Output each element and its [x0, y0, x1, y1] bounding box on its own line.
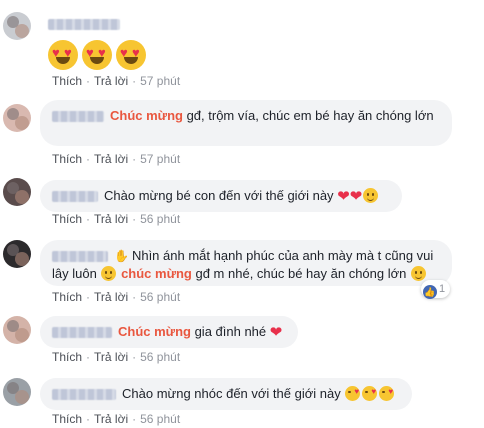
separator: ·: [132, 290, 137, 304]
heart-icon: ❤: [349, 188, 363, 205]
timestamp[interactable]: 56 phút: [140, 290, 180, 304]
heart-eyes-emoji-icon: ♥ ♥: [48, 40, 78, 70]
separator: ·: [132, 412, 137, 426]
like-link[interactable]: Thích: [52, 290, 82, 304]
comment-bubble: Chúc mừng gia đình nhé ❤: [40, 316, 298, 348]
like-link[interactable]: Thích: [52, 350, 82, 364]
like-link[interactable]: Thích: [52, 412, 82, 426]
timestamp[interactable]: 56 phút: [140, 412, 180, 426]
like-link[interactable]: Thích: [52, 74, 82, 88]
timestamp[interactable]: 57 phút: [140, 74, 180, 88]
comment-text-line1: Nhìn ánh mắt hạnh phúc của anh mày mà t …: [131, 248, 434, 263]
separator: ·: [86, 350, 91, 364]
smile-emoji-icon: [101, 266, 117, 281]
heart-icon: ❤: [269, 324, 283, 341]
reply-link[interactable]: Trả lời: [94, 350, 128, 364]
comment-text-line2-start: lây luôn: [52, 266, 97, 281]
highlight-text: Chúc mừng: [118, 324, 191, 339]
avatar[interactable]: [3, 178, 31, 206]
comment-text-line2-end: gđ m nhé, chúc bé hay ăn chóng lớn: [191, 266, 407, 281]
like-link[interactable]: Thích: [52, 212, 82, 226]
comment-text: gđ, trộm vía, chúc em bé hay ăn chóng lớ…: [182, 108, 434, 123]
comment-actions: Thích · Trả lời · 57 phút: [52, 152, 180, 166]
comment-actions: Thích · Trả lời · 56 phút: [52, 412, 180, 426]
avatar[interactable]: [3, 104, 31, 132]
reply-link[interactable]: Trả lời: [94, 212, 128, 226]
reply-link[interactable]: Trả lời: [94, 74, 128, 88]
reaction-count: 1: [439, 283, 446, 295]
smile-emoji-icon: [411, 266, 426, 281]
timestamp[interactable]: 57 phút: [140, 152, 180, 166]
separator: ·: [132, 152, 137, 166]
comment-bubble: Chúc mừng gđ, trộm vía, chúc em bé hay ă…: [40, 100, 452, 146]
reply-link[interactable]: Trả lời: [94, 152, 128, 166]
kiss-emoji-icon: [362, 383, 378, 401]
separator: ·: [132, 212, 137, 226]
comment-bubble: Chào mừng nhóc đến với thế giới này: [40, 378, 412, 410]
separator: ·: [132, 74, 137, 88]
comment-text: Chào mừng bé con đến với thế giới này: [104, 188, 334, 203]
timestamp[interactable]: 56 phút: [140, 212, 180, 226]
commenter-name[interactable]: [52, 389, 116, 401]
heart-eyes-emoji-icon: ♥ ♥: [82, 40, 112, 70]
separator: ·: [86, 290, 91, 304]
commenter-name[interactable]: [52, 111, 104, 123]
wave-icon: ✋: [114, 249, 129, 263]
kiss-emoji-icon: [345, 383, 361, 401]
like-icon: 👍: [423, 285, 437, 299]
smile-emoji-icon: [363, 188, 379, 203]
commenter-name[interactable]: [52, 251, 108, 263]
commenter-name[interactable]: [48, 16, 126, 31]
comment-actions: Thích · Trả lời · 56 phút: [52, 350, 180, 364]
separator: ·: [86, 212, 91, 226]
separator: ·: [86, 412, 91, 426]
avatar[interactable]: [3, 240, 31, 268]
separator: ·: [86, 152, 91, 166]
avatar[interactable]: [3, 316, 31, 344]
separator: ·: [132, 350, 137, 364]
comment-text: Chào mừng nhóc đến với thế giới này: [122, 386, 341, 401]
comment-text: gia đình nhé: [190, 324, 267, 339]
kiss-emoji-icon: [379, 383, 395, 401]
heart-icon: ❤: [337, 188, 350, 205]
comment-actions: Thích · Trả lời · 56 phút: [52, 212, 180, 226]
avatar[interactable]: [3, 378, 31, 406]
heart-eyes-emoji-icon: ♥ ♥: [116, 40, 146, 70]
like-link[interactable]: Thích: [52, 152, 82, 166]
commenter-name[interactable]: [52, 327, 112, 339]
highlight-text: chúc mừng: [121, 266, 192, 281]
timestamp[interactable]: 56 phút: [140, 350, 180, 364]
reaction-summary[interactable]: 👍 1: [421, 280, 451, 299]
separator: ·: [86, 74, 91, 88]
emoji-row: ♥ ♥ ♥ ♥ ♥ ♥: [48, 40, 150, 73]
comment-bubble: Chào mừng bé con đến với thế giới này ❤❤: [40, 180, 402, 212]
reply-link[interactable]: Trả lời: [94, 412, 128, 426]
commenter-name[interactable]: [52, 191, 98, 203]
comment-actions: Thích · Trả lời · 57 phút: [52, 74, 180, 88]
highlight-text: Chúc mừng: [110, 108, 183, 123]
comment-bubble: ✋ Nhìn ánh mắt hạnh phúc của anh mày mà t…: [40, 240, 452, 286]
comment-actions: Thích · Trả lời · 56 phút: [52, 290, 180, 304]
reply-link[interactable]: Trả lời: [94, 290, 128, 304]
avatar[interactable]: [3, 12, 31, 40]
